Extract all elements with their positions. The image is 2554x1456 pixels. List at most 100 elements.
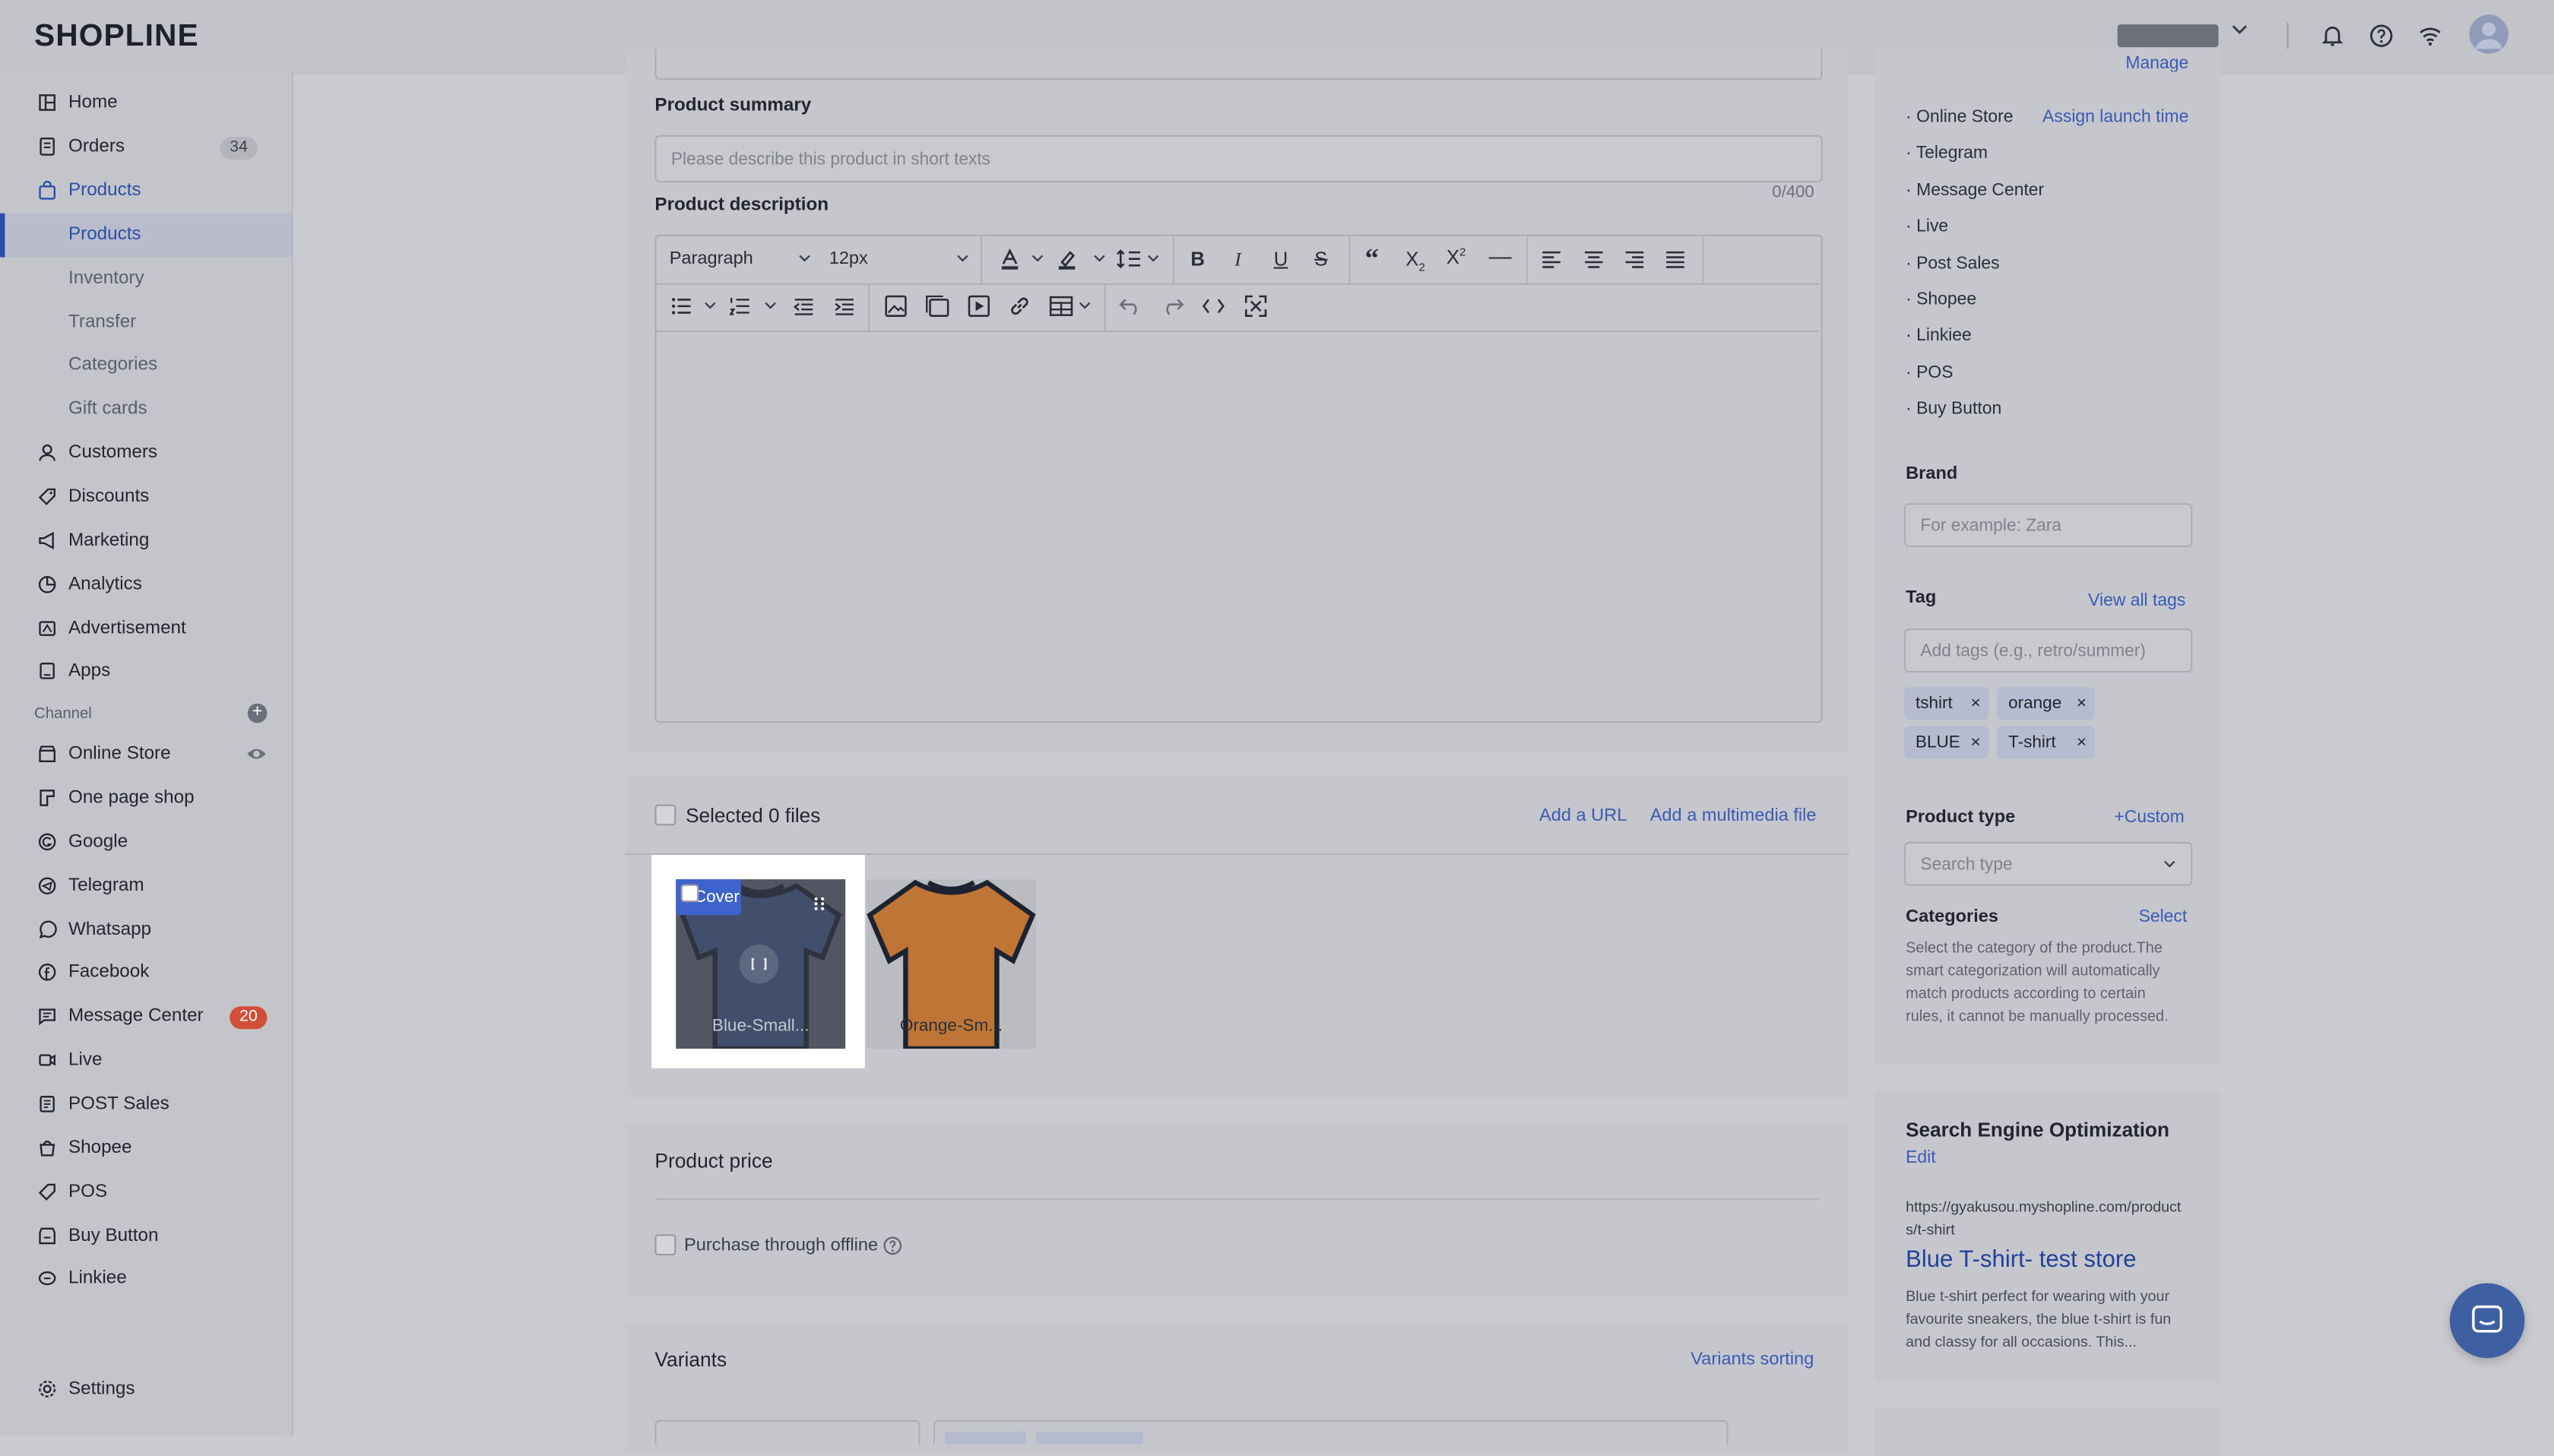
view-all-tags-link[interactable]: View all tags <box>2088 591 2185 611</box>
select-categories-link[interactable]: Select <box>2139 907 2188 927</box>
variants-sorting-link[interactable]: Variants sorting <box>1691 1350 1814 1369</box>
quote-icon[interactable]: “ <box>1365 242 1379 275</box>
video-icon[interactable] <box>968 295 990 318</box>
chevron-down-icon[interactable] <box>1147 254 1160 264</box>
variant-option-input[interactable] <box>654 1420 921 1445</box>
sidebar-item-advertisement[interactable]: Advertisement <box>0 607 292 651</box>
sidebar-item-marketing[interactable]: Marketing <box>0 520 292 564</box>
horizontal-rule-icon[interactable]: — <box>1489 242 1512 268</box>
text-color-icon[interactable] <box>999 248 1022 271</box>
gallery-icon[interactable] <box>925 295 949 318</box>
sidebar-channel-message-center[interactable]: Message Center 20 <box>0 995 292 1039</box>
indent-icon[interactable] <box>834 296 855 316</box>
add-url-link[interactable]: Add a URL <box>1539 806 1627 826</box>
shopline-logo[interactable]: SHOPLINE <box>34 20 199 55</box>
variant-values-input[interactable] <box>933 1420 1729 1445</box>
highlight-icon[interactable] <box>1056 248 1079 271</box>
expand-icon[interactable] <box>739 944 779 984</box>
media-item-blue[interactable]: Cover Blue-Small... <box>676 879 846 1052</box>
avatar[interactable] <box>2469 14 2508 54</box>
select-all-checkbox[interactable] <box>654 804 677 826</box>
sidebar-item-orders[interactable]: Orders 34 <box>0 125 292 169</box>
close-icon[interactable]: × <box>1971 687 1981 720</box>
sidebar-subitem-inventory[interactable]: Inventory <box>0 258 292 302</box>
sidebar-channel-buy-button[interactable]: Buy Button <box>0 1215 292 1259</box>
font-size-select[interactable]: 12px <box>829 249 868 269</box>
redo-icon[interactable] <box>1161 296 1184 316</box>
tag-input[interactable]: Add tags (e.g., retro/summer) <box>1904 628 2193 673</box>
code-icon[interactable] <box>1202 296 1225 316</box>
bullet-list-icon[interactable] <box>671 296 692 316</box>
bold-icon[interactable]: B <box>1190 248 1205 271</box>
bell-icon[interactable] <box>2319 23 2345 49</box>
offline-checkbox[interactable] <box>654 1234 677 1256</box>
drag-handle-icon[interactable] <box>813 896 825 912</box>
sidebar-item-apps[interactable]: Apps <box>0 650 292 694</box>
table-icon[interactable] <box>1049 295 1073 318</box>
sidebar-item-products[interactable]: Products <box>0 169 292 214</box>
superscript-icon[interactable]: X2 <box>1447 246 1466 269</box>
custom-type-link[interactable]: +Custom <box>2114 808 2184 828</box>
outdent-icon[interactable] <box>793 296 815 316</box>
sidebar-subitem-transfer[interactable]: Transfer <box>0 301 292 345</box>
sidebar-channel-google[interactable]: Google <box>0 821 292 865</box>
strikethrough-icon[interactable]: S <box>1314 248 1327 271</box>
info-icon[interactable] <box>882 1236 902 1255</box>
brand-input[interactable]: For example: Zara <box>1904 503 2193 547</box>
align-center-icon[interactable] <box>1583 249 1605 269</box>
chevron-down-icon[interactable] <box>1079 301 1092 311</box>
line-height-icon[interactable] <box>1116 248 1142 271</box>
sidebar-channel-online-store[interactable]: Online Store <box>0 733 292 777</box>
sidebar-item-home[interactable]: Home <box>0 81 292 125</box>
sidebar-item-analytics[interactable]: Analytics <box>0 563 292 607</box>
underline-icon[interactable]: U <box>1274 248 1288 271</box>
help-icon[interactable] <box>2369 23 2394 49</box>
chevron-down-icon[interactable] <box>956 254 969 264</box>
align-justify-icon[interactable] <box>1665 249 1686 269</box>
sidebar-item-discounts[interactable]: Discounts <box>0 476 292 520</box>
store-selector[interactable] <box>2117 24 2219 48</box>
sidebar-item-settings[interactable]: Settings <box>0 1368 292 1412</box>
wifi-icon[interactable] <box>2417 23 2443 49</box>
sidebar-channel-post-sales[interactable]: POST Sales <box>0 1083 292 1127</box>
sidebar-channel-telegram[interactable]: Telegram <box>0 865 292 909</box>
media-item-orange[interactable]: Orange-Sm... <box>867 879 1036 1052</box>
add-channel-button[interactable]: + <box>247 703 268 723</box>
sidebar-subitem-gift-cards[interactable]: Gift cards <box>0 388 292 432</box>
paragraph-select[interactable]: Paragraph <box>670 249 753 269</box>
sidebar-channel-whatsapp[interactable]: Whatsapp <box>0 909 292 953</box>
summary-input[interactable]: Please describe this product in short te… <box>654 135 1823 182</box>
seo-edit-link[interactable]: Edit <box>1906 1148 1935 1168</box>
chat-button[interactable] <box>2449 1283 2525 1359</box>
chevron-down-icon[interactable] <box>764 301 777 311</box>
chevron-down-icon[interactable] <box>798 254 811 264</box>
numbered-list-icon[interactable] <box>730 296 751 316</box>
align-right-icon[interactable] <box>1624 249 1645 269</box>
link-icon[interactable] <box>1008 295 1031 318</box>
close-icon[interactable]: × <box>2077 726 2087 759</box>
product-type-select[interactable]: Search type <box>1904 841 2193 886</box>
sidebar-channel-live[interactable]: Live <box>0 1039 292 1083</box>
chevron-down-icon[interactable] <box>1093 254 1106 264</box>
fullscreen-icon[interactable] <box>1244 295 1267 318</box>
chevron-down-icon[interactable] <box>704 301 717 311</box>
assign-launch-time-link[interactable]: Assign launch time <box>2042 107 2188 127</box>
chevron-down-icon[interactable] <box>1031 254 1044 264</box>
sidebar-channel-linkiee[interactable]: Linkiee <box>0 1257 292 1301</box>
close-icon[interactable]: × <box>1971 726 1981 759</box>
close-icon[interactable]: × <box>2077 687 2087 720</box>
undo-icon[interactable] <box>1119 296 1142 316</box>
sidebar-subitem-products[interactable]: Products <box>0 213 292 258</box>
sidebar-channel-one-page-shop[interactable]: One page shop <box>0 777 292 821</box>
chevron-down-icon[interactable] <box>2230 20 2250 44</box>
title-input-tail[interactable] <box>654 49 1823 80</box>
subscript-icon[interactable]: X2 <box>1405 248 1425 274</box>
sidebar-channel-facebook[interactable]: Facebook <box>0 951 292 995</box>
sidebar-subitem-categories[interactable]: Categories <box>0 343 292 388</box>
media-checkbox[interactable] <box>680 884 699 903</box>
sidebar-item-customers[interactable]: Customers <box>0 432 292 476</box>
manage-link[interactable]: Manage <box>2125 55 2188 71</box>
italic-icon[interactable]: I <box>1234 248 1241 272</box>
add-multimedia-link[interactable]: Add a multimedia file <box>1650 806 1817 826</box>
sidebar-channel-shopee[interactable]: Shopee <box>0 1127 292 1171</box>
